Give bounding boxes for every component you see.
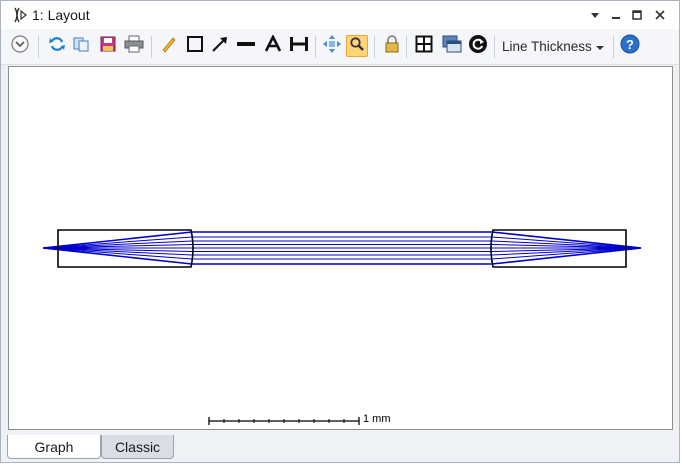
svg-text:?: ?: [626, 37, 634, 52]
toolbar: Line Thickness ?: [1, 29, 679, 65]
text-icon: [264, 33, 282, 58]
toolbar-separator: [374, 36, 375, 58]
toolbar-separator: [406, 36, 407, 58]
rotate-button[interactable]: [467, 34, 489, 59]
save-button[interactable]: [97, 35, 119, 57]
toolbar-separator: [494, 36, 495, 58]
scale-bar-label: 1 mm: [363, 413, 391, 425]
grid-button[interactable]: [413, 35, 435, 57]
window-icon: [442, 35, 462, 58]
rectangle-button[interactable]: [184, 35, 206, 57]
layout-canvas[interactable]: 1 mm: [8, 66, 673, 430]
dimension-button[interactable]: [288, 35, 310, 57]
save-icon: [99, 35, 117, 58]
arrow-button[interactable]: [209, 35, 231, 57]
pencil-icon: [160, 35, 178, 58]
copy-icon: [72, 35, 90, 58]
layout-plot: [42, 229, 642, 425]
rotate-icon: [468, 34, 488, 59]
ray-line: [42, 247, 642, 252]
close-icon[interactable]: [650, 5, 670, 25]
lock-button[interactable]: [381, 34, 403, 58]
update-button[interactable]: [46, 35, 68, 57]
pencil-button[interactable]: [158, 35, 180, 57]
title-bar[interactable]: 1: Layout: [1, 1, 679, 29]
toolbar-separator: [613, 36, 614, 58]
toolbar-separator: [38, 36, 39, 58]
text-button[interactable]: [262, 33, 284, 58]
refresh-icon: [48, 35, 66, 58]
toolbar-separator: [151, 36, 152, 58]
dropdown-caret-icon: [595, 39, 604, 54]
chevron-down-circle-icon: [10, 34, 30, 59]
ray-bundle: [42, 231, 642, 265]
minimize-icon[interactable]: [606, 5, 626, 25]
print-button[interactable]: [123, 35, 145, 57]
lens-icon: [11, 6, 29, 24]
printer-icon: [124, 35, 144, 58]
ray-line: [42, 244, 642, 249]
window-button[interactable]: [441, 35, 463, 57]
tab-classic[interactable]: Classic: [101, 435, 174, 459]
window-menu-icon[interactable]: [585, 5, 605, 25]
scale-bar: [208, 417, 360, 425]
pan-button[interactable]: [321, 34, 343, 59]
copy-button[interactable]: [70, 35, 92, 57]
line-thickness-dropdown[interactable]: Line Thickness: [502, 39, 604, 54]
tab-graph[interactable]: Graph: [7, 435, 101, 459]
arrow-icon: [211, 35, 229, 58]
dimension-icon: [289, 35, 309, 58]
maximize-icon[interactable]: [627, 5, 647, 25]
grid-icon: [415, 35, 433, 58]
help-icon: ?: [620, 34, 640, 59]
toolbar-separator: [315, 36, 316, 58]
window-title: 1: Layout: [32, 7, 90, 23]
line-thickness-label: Line Thickness: [502, 39, 592, 54]
settings-chevron-button[interactable]: [9, 34, 31, 59]
layout-window: 1: Layout Line Thickness ? 1 mm Graph Cl…: [0, 0, 680, 463]
line-button[interactable]: [235, 35, 257, 57]
rectangle-icon: [186, 35, 204, 58]
help-button[interactable]: ?: [619, 34, 641, 59]
tab-strip: Graph Classic: [1, 431, 679, 462]
line-icon: [236, 35, 256, 58]
zoom-button[interactable]: [346, 35, 368, 57]
zoom-icon: [349, 36, 365, 57]
lock-icon: [384, 34, 400, 58]
move-icon: [322, 34, 342, 59]
